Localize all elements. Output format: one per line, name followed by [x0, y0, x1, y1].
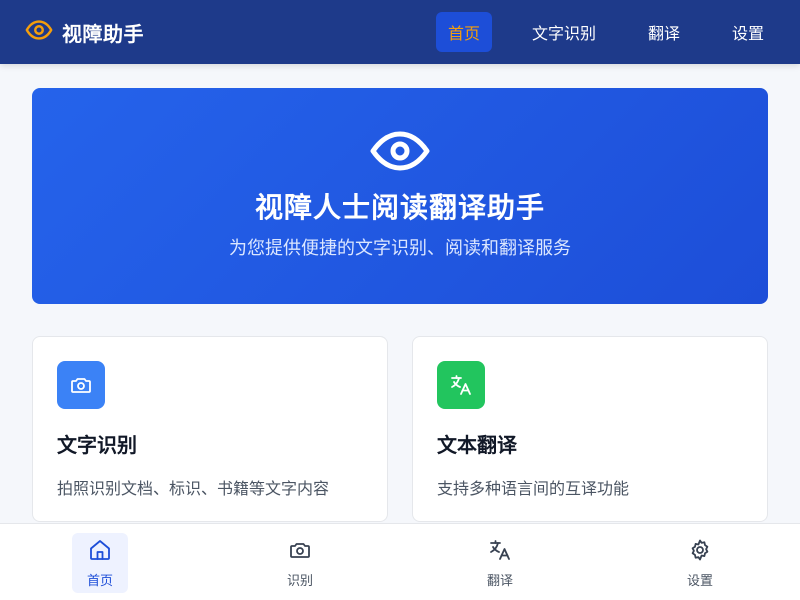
tab-label: 翻译 — [486, 573, 513, 589]
translate-icon — [437, 361, 485, 409]
tab-home[interactable]: 首页 — [72, 533, 128, 593]
tab-settings[interactable]: 设置 — [672, 533, 728, 593]
gear-icon — [688, 538, 712, 566]
nav-item-home[interactable]: 首页 — [435, 12, 492, 52]
camera-icon — [57, 361, 105, 409]
card-title: 文字识别 — [57, 433, 137, 457]
tab-translate[interactable]: 翻译 — [472, 533, 528, 593]
feature-card-ocr[interactable]: 文字识别 拍照识别文档、标识、书籍等文字内容 — [32, 336, 388, 522]
nav-item-settings[interactable]: 设置 — [720, 12, 776, 52]
tab-label: 设置 — [686, 573, 713, 589]
card-description: 支持多种语言间的互译功能 — [437, 479, 630, 498]
top-nav: 首页 文字识别 翻译 设置 — [416, 12, 776, 52]
top-header: 视障助手 首页 文字识别 翻译 设置 — [0, 0, 800, 64]
tab-label: 识别 — [286, 573, 313, 589]
nav-item-translate[interactable]: 翻译 — [636, 12, 692, 52]
eye-icon — [24, 15, 54, 49]
hero-title: 视障人士阅读翻译助手 — [254, 191, 545, 224]
eye-icon — [370, 126, 430, 176]
translate-icon — [488, 538, 512, 566]
hero-banner: 视障人士阅读翻译助手 为您提供便捷的文字识别、阅读和翻译服务 — [32, 88, 768, 304]
brand[interactable]: 视障助手 — [24, 15, 144, 49]
home-icon — [88, 538, 112, 566]
tab-label: 首页 — [86, 573, 113, 589]
nav-item-ocr[interactable]: 文字识别 — [520, 12, 608, 52]
feature-card-translate[interactable]: 文本翻译 支持多种语言间的互译功能 — [412, 336, 768, 522]
brand-name: 视障助手 — [62, 21, 144, 46]
card-title: 文本翻译 — [437, 433, 517, 457]
tab-recognize[interactable]: 识别 — [272, 533, 328, 593]
bottom-tab-bar: 首页 识别 翻译 设置 — [0, 523, 800, 600]
hero-subtitle: 为您提供便捷的文字识别、阅读和翻译服务 — [229, 238, 571, 259]
camera-icon — [288, 538, 312, 566]
card-description: 拍照识别文档、标识、书籍等文字内容 — [57, 479, 330, 498]
